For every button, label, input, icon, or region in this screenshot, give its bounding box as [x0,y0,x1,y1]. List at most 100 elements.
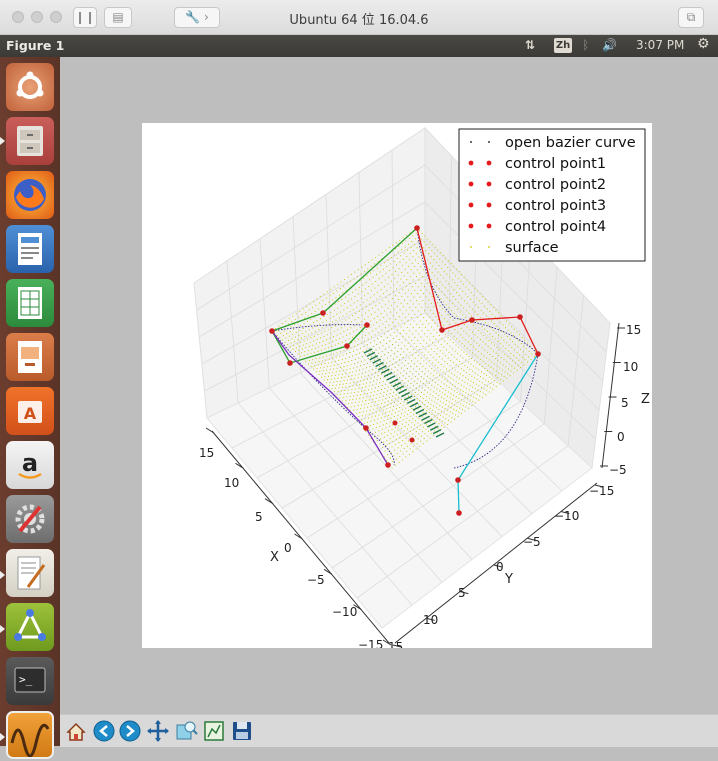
app-name: Figure 1 [6,38,65,53]
surface-point [482,341,484,343]
surface-point [484,367,486,370]
surface-point [416,323,418,325]
text-editor-icon[interactable] [6,549,54,597]
surface-point [454,350,456,352]
surface-point [376,407,378,409]
surface-point [430,309,432,311]
surface-point [505,320,507,322]
surface-point [425,250,427,252]
surface-point [487,381,489,383]
network-icon[interactable]: ⇅ [525,38,535,52]
control-point [269,328,275,334]
surface-point [413,320,415,322]
surface-point [471,405,473,407]
bluetooth-icon[interactable]: ᛒ [582,38,589,52]
pan-icon[interactable] [146,719,170,743]
surface-point [428,299,430,301]
ubuntu-dash-icon[interactable] [6,63,54,111]
surface-point [455,298,457,301]
surface-point [440,396,442,398]
home-icon[interactable] [64,719,88,743]
system-monitor-icon[interactable] [6,711,54,759]
figure-canvas[interactable]: 15 10 5 0 −5 −10 −15 X −15 −10 −5 0 5 10… [142,123,652,648]
writer-icon[interactable] [6,225,54,273]
surface-point [357,317,360,319]
surface-point [423,310,426,312]
surface-point [417,422,419,424]
clock[interactable]: 3:07 PM [636,38,684,52]
surface-point [347,375,349,378]
surface-point [400,255,402,257]
surface-point [285,337,287,339]
back-arrow-icon[interactable] [92,719,116,743]
surface-point [423,316,425,319]
surface-point [376,267,378,269]
surface-point [429,437,431,439]
surface-point [417,262,419,264]
surface-point [402,282,405,284]
active-pip [0,571,5,579]
surface-point [419,400,421,402]
control-point [517,314,523,320]
surface-point [411,310,413,312]
surface-point [495,332,497,334]
surface-point [394,449,396,451]
surface-point [411,286,413,288]
surface-point [485,337,488,339]
zoom-icon[interactable] [174,719,198,743]
surface-point [372,276,374,278]
surface-point [302,344,304,346]
forward-arrow-icon[interactable] [118,719,142,743]
system-gear-icon[interactable]: ⚙ [697,36,710,52]
surface-point [463,300,466,302]
firefox-icon[interactable] [6,171,54,219]
surface-point [365,334,367,336]
surface-point [327,366,329,368]
surface-point [385,362,388,364]
surface-point [439,374,441,376]
surface-point [300,341,302,343]
surface-point [456,376,458,378]
3d-plot[interactable]: 15 10 5 0 −5 −10 −15 X −15 −10 −5 0 5 10… [142,123,652,648]
file-cabinet-icon[interactable] [6,117,54,165]
fullscreen-button[interactable]: ⧉ [678,7,704,28]
surface-point [488,391,490,393]
surface-point [350,392,352,394]
surface-point [410,293,412,295]
surface-point [474,388,476,390]
surface-point [442,277,444,279]
terminal-icon[interactable]: >_ [6,657,54,705]
surface-point [356,394,358,396]
surface-point [438,361,440,363]
surface-point [382,299,384,301]
surface-point [348,386,350,388]
save-icon[interactable] [230,719,254,743]
surface-point [519,334,521,336]
subplots-icon[interactable] [202,719,226,743]
calc-icon[interactable] [6,279,54,327]
amazon-icon[interactable]: a [6,441,54,489]
surface-point [334,387,337,389]
software-center-icon[interactable]: A [6,387,54,435]
surface-point [389,287,392,289]
input-method-indicator[interactable]: Zh [554,38,572,53]
surface-point [350,274,352,276]
surface-point [326,355,328,357]
impress-icon[interactable] [6,333,54,381]
surface-point [391,368,393,370]
surface-point [458,318,460,320]
surface-point [411,354,414,356]
surface-point [438,264,440,267]
kstars-icon[interactable] [6,603,54,651]
surface-point [405,240,407,242]
surface-point [500,378,502,380]
surface-point [429,359,431,362]
surface-point [526,342,529,344]
surface-point [394,398,396,400]
surface-point [446,297,448,299]
surface-point [410,443,412,445]
surface-point [421,387,423,389]
system-settings-icon[interactable] [6,495,54,543]
volume-icon[interactable]: 🔊 [602,38,617,52]
surface-point [374,415,376,417]
